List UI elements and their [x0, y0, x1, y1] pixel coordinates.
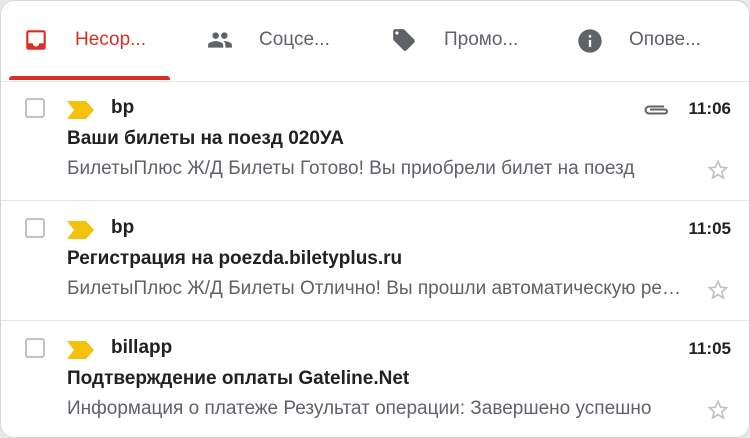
tab-primary[interactable]: Несор... [1, 1, 186, 81]
select-checkbox[interactable] [25, 98, 45, 118]
email-row[interactable]: bp 11:06 Ваши билеты на поезд 020УА Биле… [1, 81, 749, 201]
tab-social[interactable]: Соцсе... [186, 1, 371, 81]
tag-icon [391, 27, 417, 58]
tab-promotions[interactable]: Промо... [371, 1, 556, 81]
email-subject: Подтверждение оплаты Gateline.Net [67, 368, 410, 389]
attachment-icon [641, 102, 671, 123]
email-snippet: БилетыПлюс Ж/Д Билеты Отлично! Вы прошли… [67, 278, 687, 299]
email-snippet: БилетыПлюс Ж/Д Билеты Готово! Вы приобре… [67, 158, 635, 179]
star-icon[interactable] [705, 397, 731, 428]
info-icon [576, 27, 604, 60]
select-checkbox[interactable] [25, 338, 45, 358]
importance-marker-icon[interactable] [67, 341, 95, 364]
select-checkbox[interactable] [25, 218, 45, 238]
inbox-icon [23, 27, 49, 58]
star-icon[interactable] [705, 277, 731, 308]
importance-marker-icon[interactable] [67, 101, 95, 124]
tab-social-label: Соцсе... [259, 29, 330, 50]
tab-updates-label: Опове... [629, 29, 701, 50]
sender-name: bp [111, 97, 135, 118]
received-time: 11:05 [688, 339, 731, 358]
received-time: 11:06 [688, 99, 731, 118]
active-tab-indicator [9, 76, 170, 80]
sender-name: bp [111, 217, 135, 238]
people-icon [206, 27, 234, 58]
email-row[interactable]: billapp 11:05 Подтверждение оплаты Gatel… [1, 321, 749, 437]
importance-marker-icon[interactable] [67, 221, 95, 244]
email-snippet: Информация о платеже Результат операции:… [67, 398, 652, 419]
tab-promotions-label: Промо... [444, 29, 519, 50]
star-icon[interactable] [705, 157, 731, 188]
sender-name: billapp [111, 337, 173, 358]
email-subject: Регистрация на poezda.biletyplus.ru [67, 248, 403, 269]
email-subject: Ваши билеты на поезд 020УА [67, 128, 345, 149]
tab-primary-label: Несор... [75, 29, 146, 50]
category-tabs: Несор... Соцсе... Промо... Опове... [1, 1, 749, 82]
inbox-window: Несор... Соцсе... Промо... Опове... bp 1… [0, 0, 750, 438]
received-time: 11:05 [688, 219, 731, 238]
tab-updates[interactable]: Опове... [556, 1, 749, 81]
email-row[interactable]: bp 11:05 Регистрация на poezda.biletyplu… [1, 201, 749, 321]
